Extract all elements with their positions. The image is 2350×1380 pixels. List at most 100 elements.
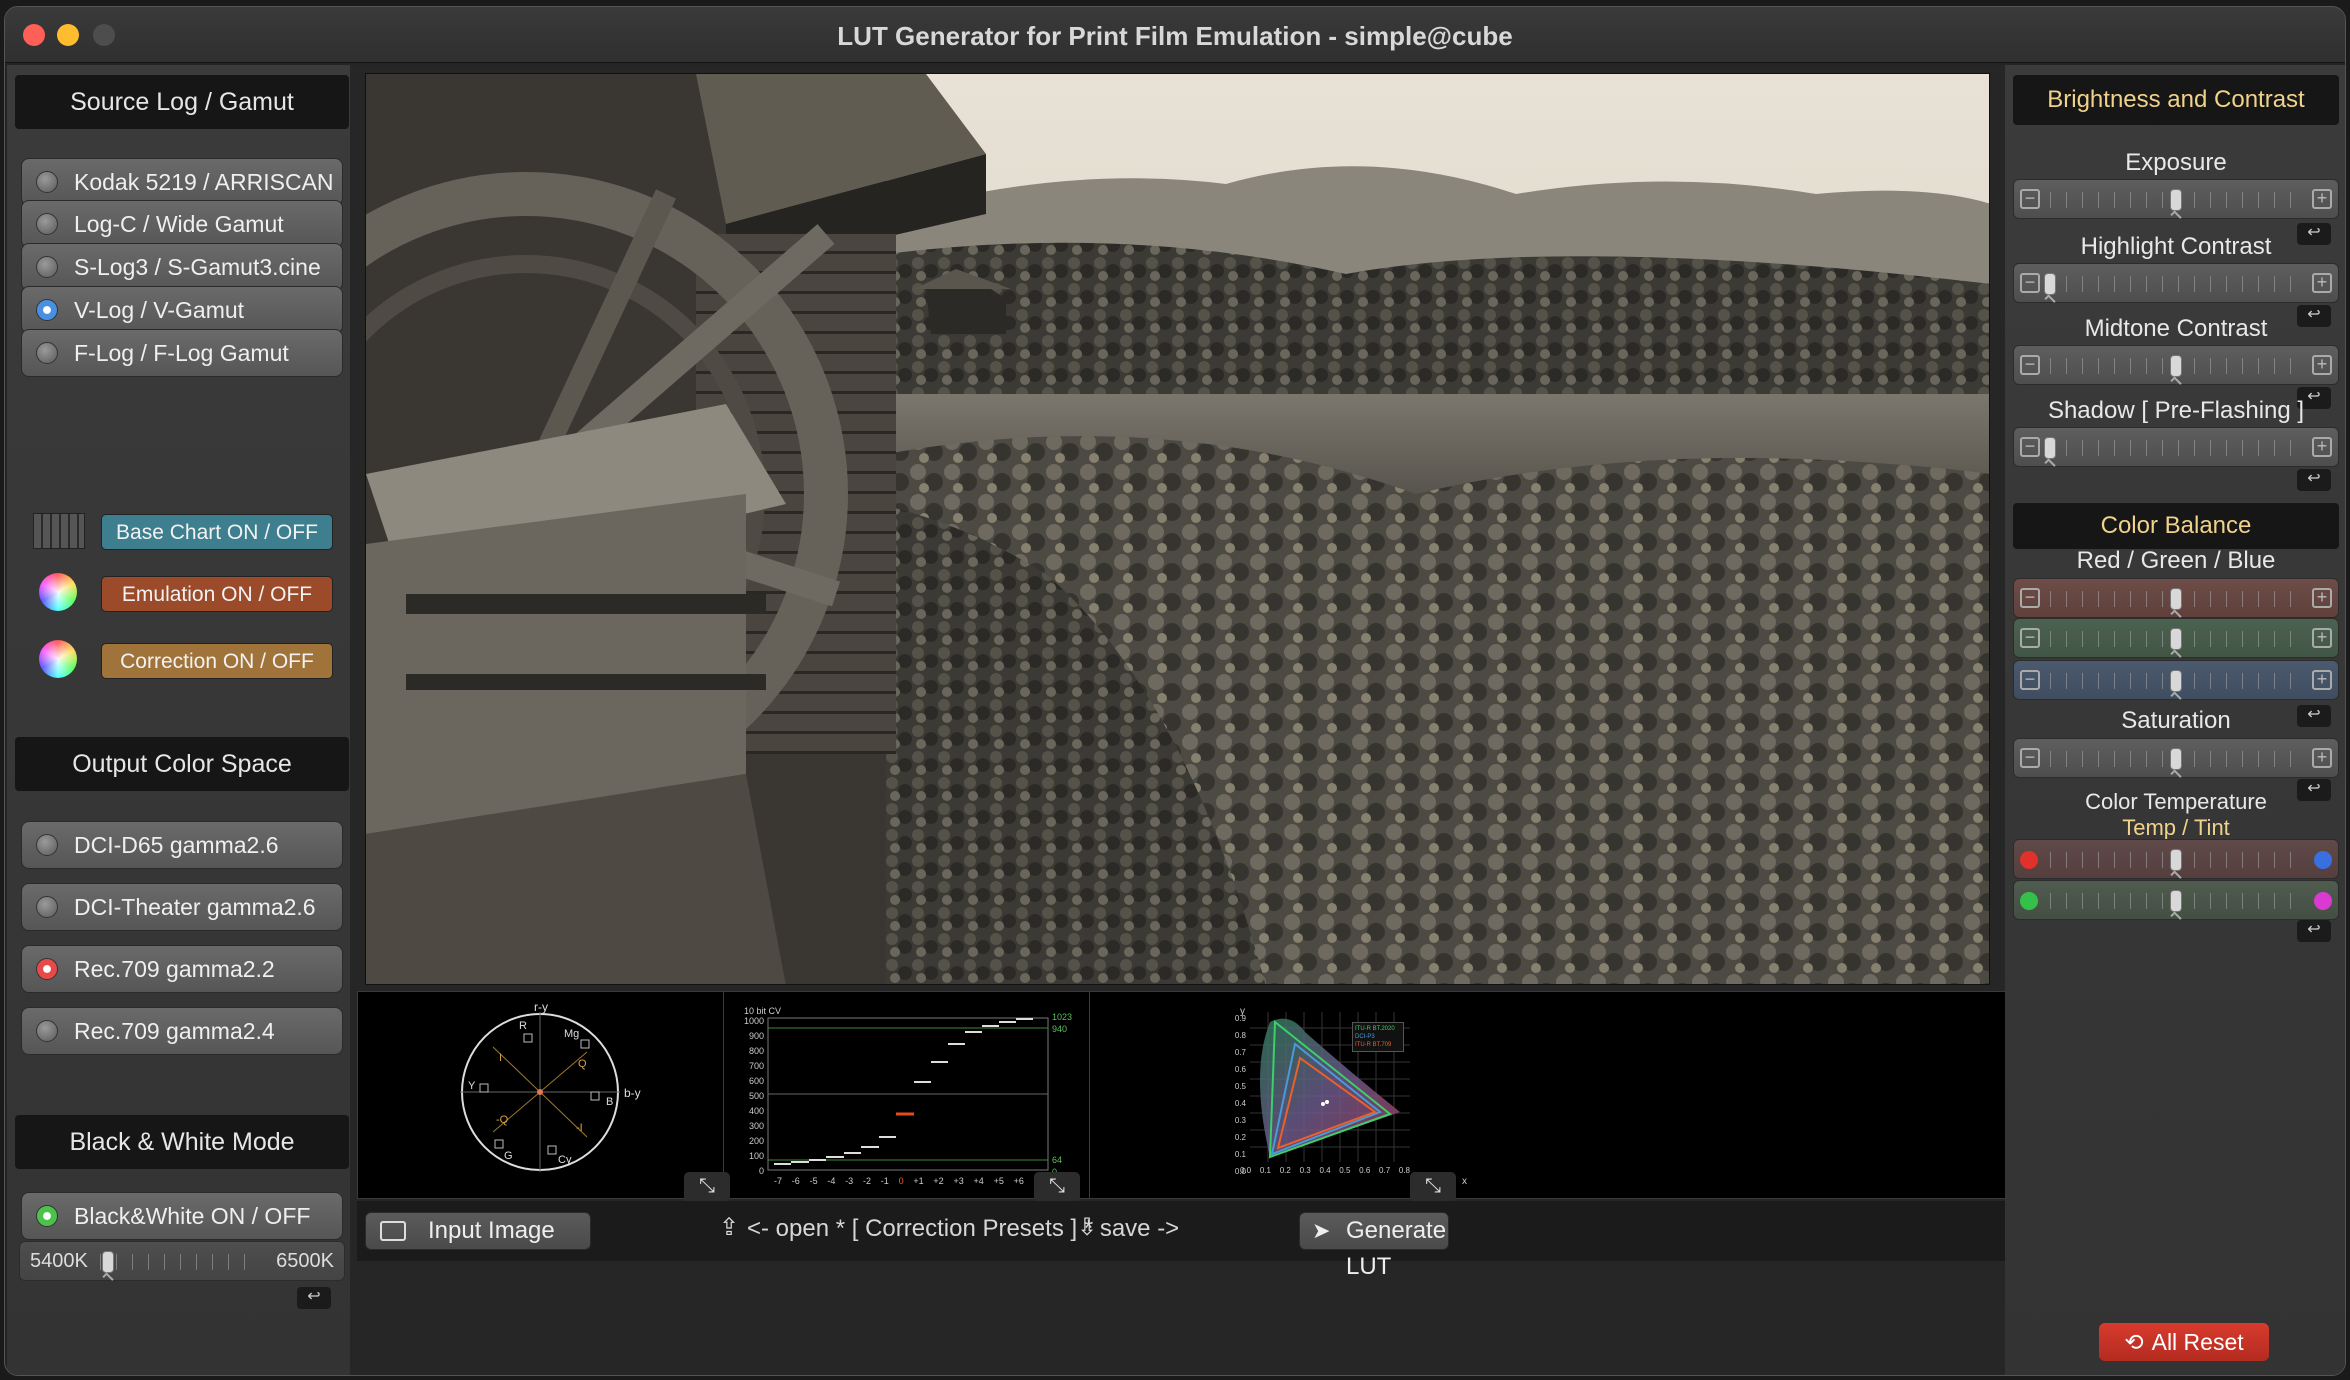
- radio-icon: [36, 834, 58, 856]
- plus-icon[interactable]: +: [2312, 355, 2332, 375]
- slider-knob[interactable]: [102, 1251, 114, 1273]
- output-option-label: DCI-Theater gamma2.6: [74, 894, 316, 920]
- red-slider[interactable]: − +: [2013, 578, 2339, 621]
- image-icon: [380, 1221, 406, 1241]
- scopes-panel: r-y b-y R Mg Q Y I -Q -I B G Cy ⤡ 10 bit…: [357, 991, 2008, 1202]
- slider-knob[interactable]: [2170, 849, 2182, 871]
- cie-legend-bt2020: ITU-R BT.2020: [1355, 1026, 1395, 1032]
- radio-selected-icon: [36, 1205, 58, 1227]
- source-option-kodak[interactable]: Kodak 5219 / ARRISCAN: [21, 158, 343, 206]
- save-preset-icon[interactable]: ⇩: [1077, 1213, 1097, 1242]
- input-image-button[interactable]: Input Image: [365, 1212, 591, 1250]
- radio-selected-icon: [36, 958, 58, 980]
- plus-icon[interactable]: +: [2312, 748, 2332, 768]
- emulation-toggle[interactable]: Emulation ON / OFF: [101, 576, 333, 612]
- highlight-contrast-slider[interactable]: − +: [2013, 263, 2339, 306]
- vectorscope-label-by: b-y: [624, 1086, 641, 1100]
- slider-knob[interactable]: [2044, 273, 2056, 295]
- temperature-slider[interactable]: [2013, 839, 2339, 882]
- source-option-label: Log-C / Wide Gamut: [74, 211, 284, 237]
- slider-knob[interactable]: [2170, 588, 2182, 610]
- shadow-label: Shadow [ Pre-Flashing ]: [2047, 397, 2305, 424]
- waveform-tick-1023: 1023: [1052, 1012, 1073, 1022]
- correction-toggle[interactable]: Correction ON / OFF: [101, 643, 333, 679]
- all-reset-button[interactable]: ⟲ All Reset: [2099, 1323, 2269, 1361]
- expand-cie-button[interactable]: ⤡: [1410, 1172, 1456, 1202]
- bw-temp-min-label: 5400K: [30, 1250, 88, 1272]
- vectorscope-label-neg-q: -Q: [496, 1114, 509, 1126]
- saturation-label: Saturation: [2121, 707, 2231, 734]
- cie-y-ticks: 0.9 0.8 0.7 0.6 0.5 0.4 0.3 0.2 0.1 0.0: [1234, 1014, 1246, 1176]
- slider-knob[interactable]: [2170, 748, 2182, 770]
- plus-icon[interactable]: +: [2312, 189, 2332, 209]
- source-option-slog3[interactable]: S-Log3 / S-Gamut3.cine: [21, 243, 343, 291]
- green-slider[interactable]: − +: [2013, 618, 2339, 661]
- source-option-label: S-Log3 / S-Gamut3.cine: [74, 254, 321, 280]
- minus-icon[interactable]: −: [2020, 628, 2040, 648]
- center-panel: r-y b-y R Mg Q Y I -Q -I B G Cy ⤡ 10 bit…: [350, 65, 2008, 1375]
- preview-image: [365, 73, 1990, 985]
- plus-icon[interactable]: +: [2312, 588, 2332, 608]
- cie-chromaticity-scope: y x 0.9 0.8 0.7 0.6 0.5 0.4 0.3 0.2 0.1 …: [1090, 992, 2008, 1202]
- bw-reset-icon[interactable]: ↩: [297, 1287, 331, 1309]
- plus-icon[interactable]: +: [2312, 437, 2332, 457]
- tint-slider[interactable]: [2013, 880, 2339, 923]
- output-option-label: DCI-D65 gamma2.6: [74, 832, 279, 858]
- slider-knob[interactable]: [2170, 670, 2182, 692]
- cie-legend-bt709: ITU-R BT.709: [1355, 1042, 1392, 1048]
- correction-presets-bar[interactable]: <- open * [ Correction Presets ] * save …: [747, 1215, 1179, 1243]
- saturation-slider[interactable]: − +: [2013, 738, 2339, 781]
- open-preset-icon[interactable]: ⇪: [719, 1213, 739, 1242]
- minus-icon[interactable]: −: [2020, 748, 2040, 768]
- minus-icon[interactable]: −: [2020, 273, 2040, 293]
- source-option-flog[interactable]: F-Log / F-Log Gamut: [21, 329, 343, 377]
- slider-knob[interactable]: [2170, 628, 2182, 650]
- bw-temperature-slider[interactable]: 5400K 6500K: [19, 1241, 345, 1284]
- vectorscope-label-cy: Cy: [558, 1154, 572, 1166]
- base-chart-toggle[interactable]: Base Chart ON / OFF: [101, 514, 333, 550]
- exposure-slider[interactable]: − +: [2013, 179, 2339, 222]
- brightness-contrast-heading: Brightness and Contrast: [2013, 75, 2339, 125]
- plus-icon[interactable]: +: [2312, 273, 2332, 293]
- left-panel: Source Log / Gamut Kodak 5219 / ARRISCAN…: [7, 65, 350, 1375]
- output-option-dci-theater[interactable]: DCI-Theater gamma2.6: [21, 883, 343, 931]
- source-option-logc[interactable]: Log-C / Wide Gamut: [21, 200, 343, 248]
- slider-knob[interactable]: [2170, 189, 2182, 211]
- waveform-y-ticks: 1000 900 800 700 600 500 400 300 200 100 0: [743, 1016, 764, 1176]
- exposure-label: Exposure: [2125, 149, 2227, 176]
- source-option-vlog[interactable]: V-Log / V-Gamut: [21, 286, 343, 334]
- source-option-label: Kodak 5219 / ARRISCAN: [74, 169, 334, 195]
- minus-icon[interactable]: −: [2020, 588, 2040, 608]
- minus-icon[interactable]: −: [2020, 670, 2040, 690]
- minus-icon[interactable]: −: [2020, 437, 2040, 457]
- source-option-label: F-Log / F-Log Gamut: [74, 340, 289, 366]
- bw-toggle[interactable]: Black&White ON / OFF: [21, 1192, 343, 1240]
- cool-dot-icon: [2314, 851, 2332, 869]
- color-temperature-label: Color Temperature: [2085, 789, 2267, 814]
- slider-knob[interactable]: [2170, 355, 2182, 377]
- blue-slider[interactable]: − +: [2013, 660, 2339, 703]
- temp-reset-icon[interactable]: ↩: [2297, 920, 2331, 942]
- temp-tint-label: Temp / Tint: [2122, 815, 2230, 840]
- source-log-gamut-heading: Source Log / Gamut: [15, 75, 349, 129]
- expand-waveform-button[interactable]: ⤡: [1034, 1172, 1080, 1202]
- midtone-contrast-slider[interactable]: − +: [2013, 345, 2339, 388]
- generate-lut-button[interactable]: ➤ Generate LUT: [1299, 1212, 1449, 1280]
- shadow-reset-icon[interactable]: ↩: [2297, 469, 2331, 491]
- output-option-rec709-22[interactable]: Rec.709 gamma2.2: [21, 945, 343, 993]
- slider-knob[interactable]: [2170, 890, 2182, 912]
- plus-icon[interactable]: +: [2312, 670, 2332, 690]
- output-option-rec709-24[interactable]: Rec.709 gamma2.4: [21, 1007, 343, 1055]
- vectorscope-label-r: R: [519, 1020, 527, 1032]
- plus-icon[interactable]: +: [2312, 628, 2332, 648]
- minus-icon[interactable]: −: [2020, 189, 2040, 209]
- output-color-space-heading: Output Color Space: [15, 737, 349, 791]
- midtone-contrast-label: Midtone Contrast: [2084, 315, 2268, 342]
- right-panel: Brightness and Contrast Exposure − + ↩ H…: [2005, 65, 2345, 1375]
- vectorscope-label-i: I: [499, 1052, 503, 1064]
- shadow-slider[interactable]: − +: [2013, 427, 2339, 470]
- minus-icon[interactable]: −: [2020, 355, 2040, 375]
- slider-knob[interactable]: [2044, 437, 2056, 459]
- vectorscope-label-g: G: [504, 1150, 513, 1162]
- output-option-dci-d65[interactable]: DCI-D65 gamma2.6: [21, 821, 343, 869]
